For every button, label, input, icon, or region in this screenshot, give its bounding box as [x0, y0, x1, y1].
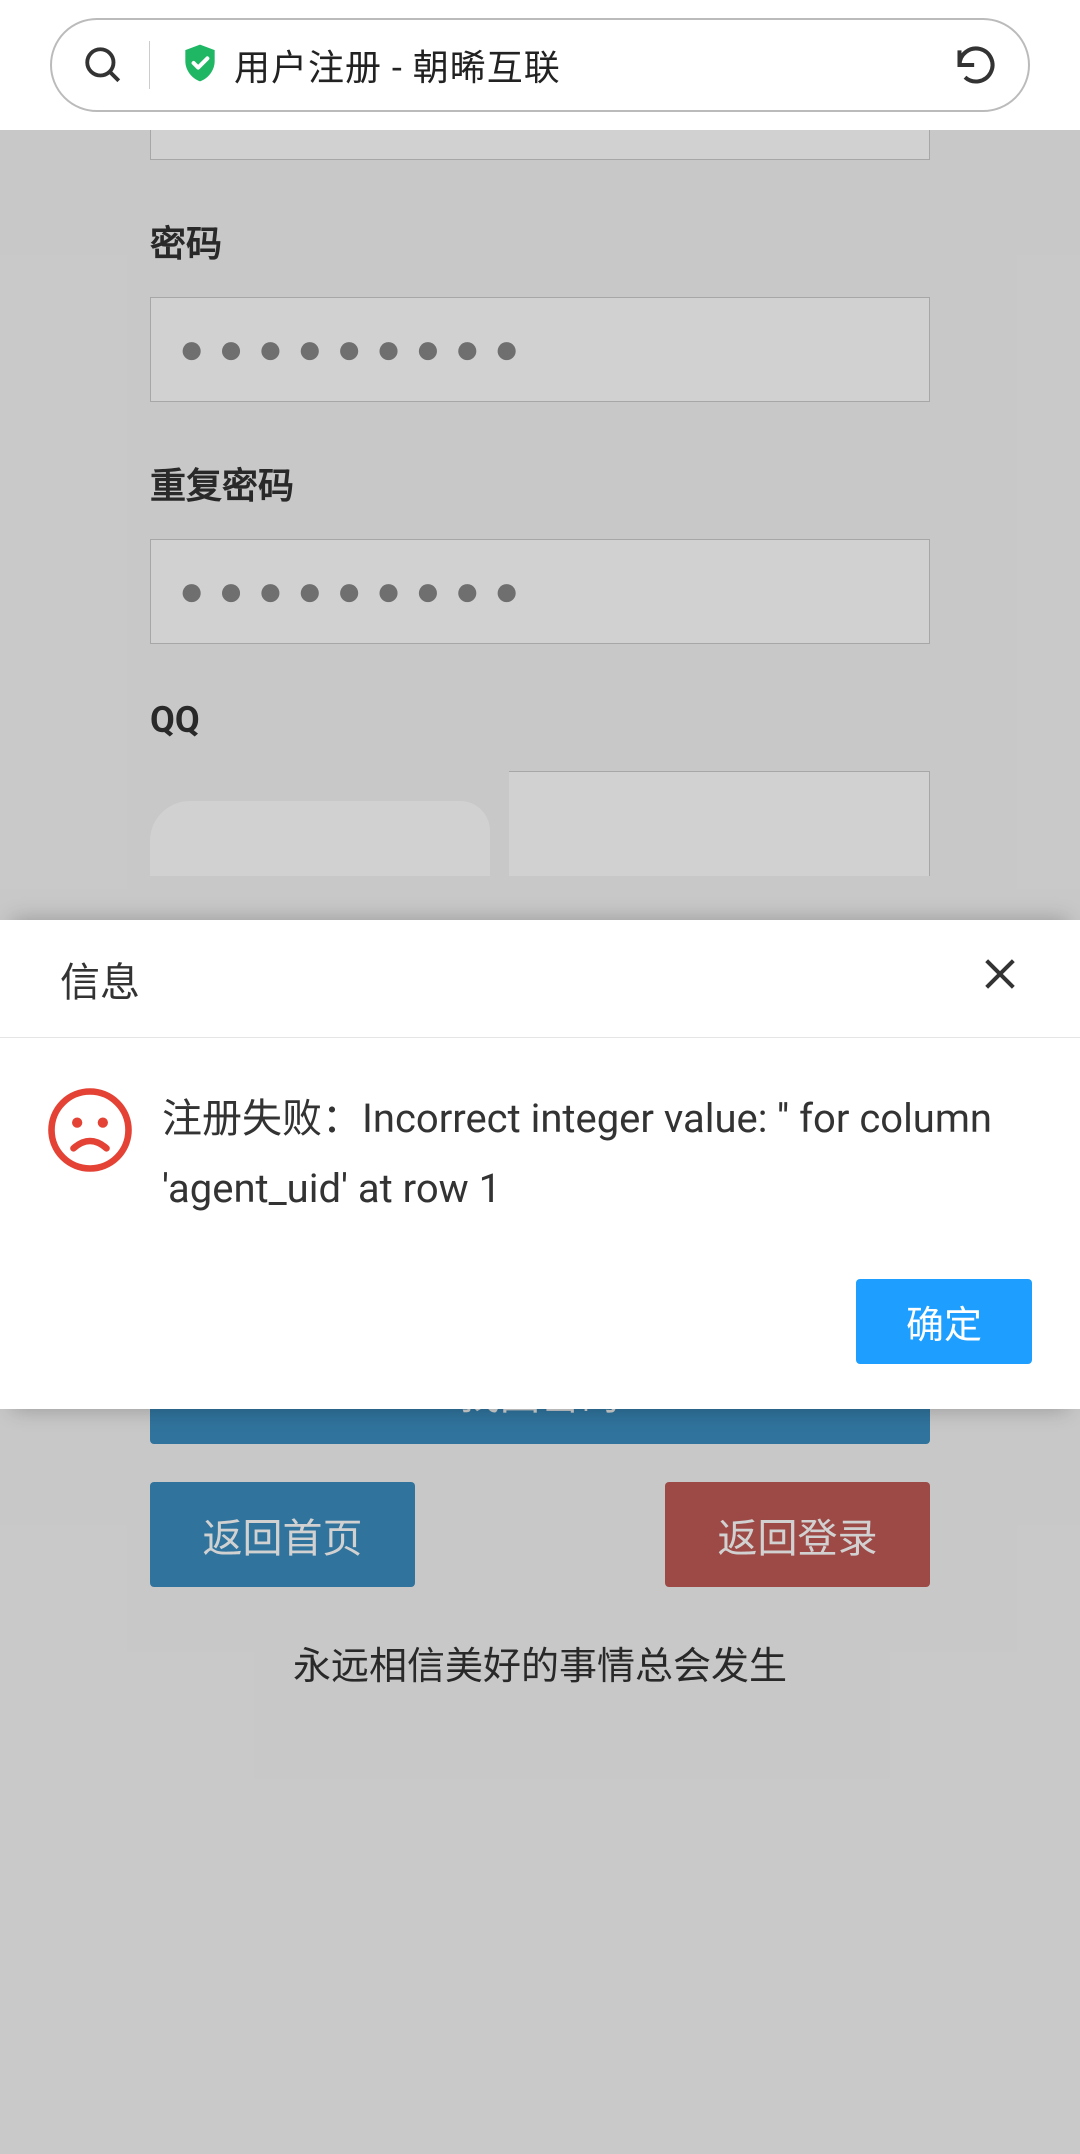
info-modal: 信息 注册失败：Incorrect integer value: '' for … [0, 920, 1080, 1409]
modal-message: 注册失败：Incorrect integer value: '' for col… [162, 1084, 1020, 1224]
page-content: 密码 ●●●●●●●●● 重复密码 ●●●●●●●●● QQ 立即注册 找回密码… [0, 130, 1080, 2154]
secure-shield-icon [178, 41, 222, 89]
site-info: 用户注册 - 朝晞互联 [150, 39, 954, 91]
modal-header: 信息 [0, 920, 1080, 1038]
confirm-button[interactable]: 确定 [856, 1279, 1032, 1364]
search-icon[interactable] [82, 41, 150, 89]
modal-title: 信息 [60, 950, 140, 1008]
modal-footer: 确定 [0, 1249, 1080, 1409]
browser-address-bar: 用户注册 - 朝晞互联 [0, 0, 1080, 130]
reload-icon[interactable] [954, 43, 998, 87]
sad-face-icon [46, 1086, 134, 1178]
url-pill[interactable]: 用户注册 - 朝晞互联 [50, 18, 1030, 112]
page-title: 用户注册 - 朝晞互联 [234, 39, 561, 91]
modal-body: 注册失败：Incorrect integer value: '' for col… [0, 1038, 1080, 1249]
close-icon[interactable] [980, 953, 1020, 1005]
